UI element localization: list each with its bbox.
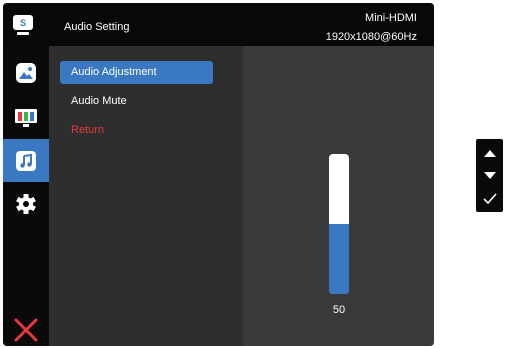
- sidebar: [3, 46, 49, 346]
- sidebar-item-color[interactable]: [3, 96, 49, 139]
- close-icon: [14, 318, 38, 341]
- adjustment-panel: 50: [243, 46, 434, 346]
- sidebar-item-audio[interactable]: [3, 139, 49, 182]
- sidebar-item-exit[interactable]: [3, 308, 49, 346]
- osd-window: S Audio Setting Mini-HDMI 1920x1080@60Hz: [3, 3, 434, 346]
- image-icon: [16, 62, 36, 83]
- menu-item-audio-mute[interactable]: Audio Mute: [60, 90, 213, 113]
- music-note-icon: [16, 150, 36, 171]
- menu-item-return[interactable]: Return: [60, 119, 213, 142]
- nav-key-panel: [476, 139, 503, 212]
- volume-slider[interactable]: [329, 154, 349, 294]
- audio-menu: Audio Adjustment Audio Mute Return: [51, 46, 241, 346]
- volume-value: 50: [332, 304, 346, 316]
- page-title: Audio Setting: [64, 21, 130, 33]
- input-source-label: Mini-HDMI: [365, 12, 417, 24]
- down-arrow-icon: [483, 172, 496, 179]
- confirm-key[interactable]: [476, 187, 503, 211]
- header-bar: S Audio Setting Mini-HDMI 1920x1080@60Hz: [3, 3, 434, 46]
- up-key[interactable]: [476, 141, 503, 165]
- resolution-label: 1920x1080@60Hz: [325, 31, 417, 43]
- volume-slider-fill: [329, 224, 349, 294]
- up-arrow-icon: [483, 150, 496, 157]
- down-key[interactable]: [476, 164, 503, 188]
- sidebar-item-settings[interactable]: [3, 182, 49, 225]
- check-icon: [482, 193, 497, 205]
- menu-item-audio-adjustment[interactable]: Audio Adjustment: [60, 61, 213, 84]
- svg-text:S: S: [20, 18, 26, 28]
- display-logo-icon: S: [10, 12, 36, 38]
- sidebar-item-picture[interactable]: [3, 51, 49, 94]
- gear-icon: [16, 193, 36, 214]
- color-bars-icon: [15, 108, 37, 127]
